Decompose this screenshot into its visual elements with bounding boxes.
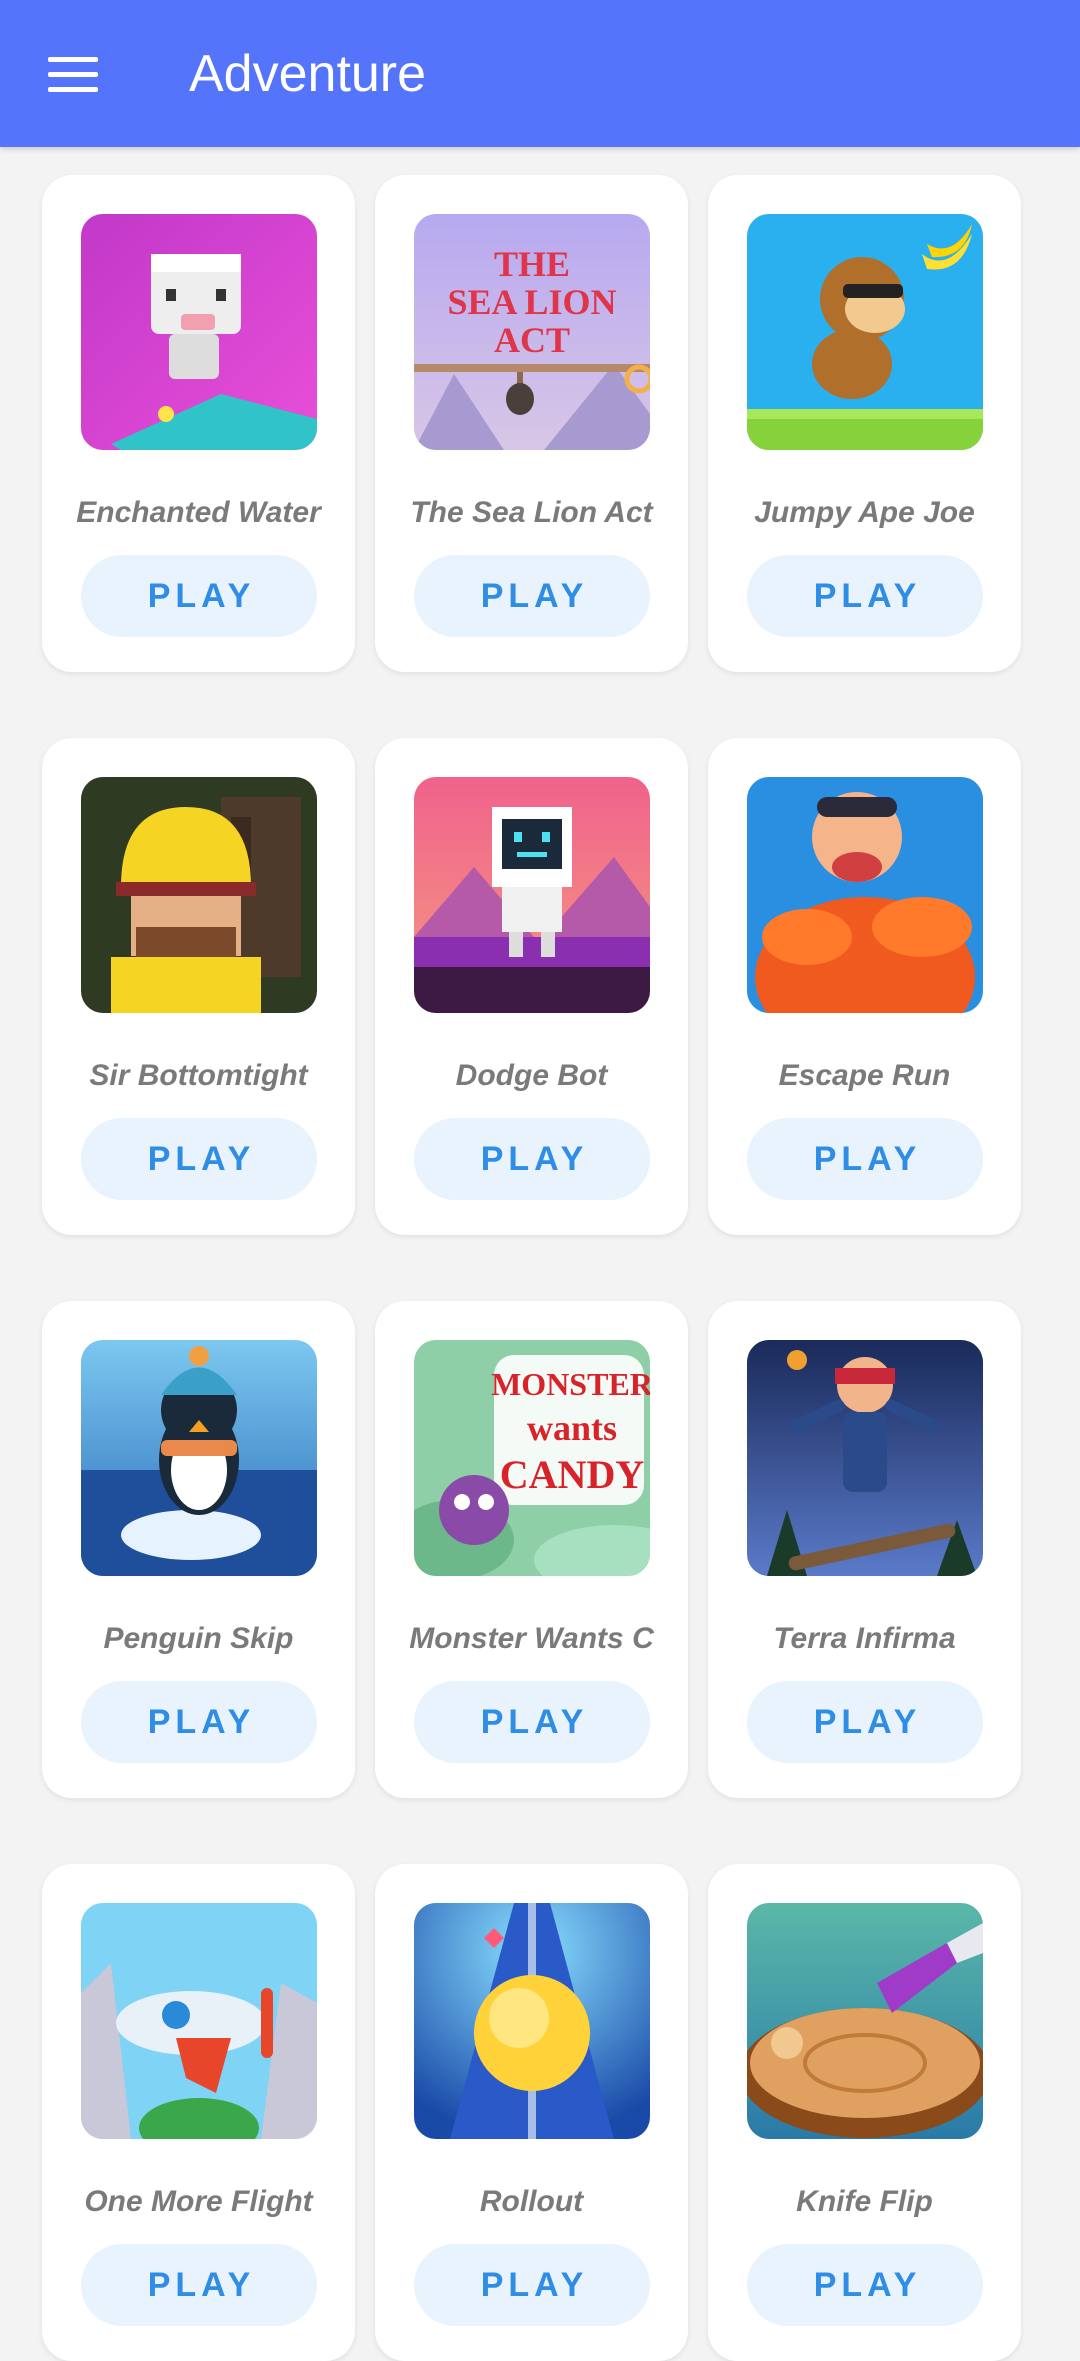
game-card[interactable]: Jumpy Ape Joe PLAY [708,175,1021,672]
yellow-helmet-man-icon [81,777,317,1013]
game-card[interactable]: Sir Bottomtight PLAY [42,738,355,1235]
knife-log-icon [747,1903,983,2139]
game-card[interactable]: Enchanted Water PLAY [42,175,355,672]
play-button[interactable]: PLAY [81,1118,317,1200]
cube-cow-surfer-icon [81,214,317,450]
game-thumbnail[interactable] [747,777,983,1013]
thumb-text-line: THE [494,244,570,284]
game-thumbnail[interactable]: MONSTER wants CANDY [414,1340,650,1576]
ninja-skateboard-icon [747,1340,983,1576]
thumb-text-line: ACT [494,320,570,360]
game-name: One More Flight [84,2185,313,2218]
game-name: Jumpy Ape Joe [754,496,975,529]
game-card[interactable]: THE SEA LION ACT The Sea Lion Act PLAY [375,175,688,672]
play-button[interactable]: PLAY [81,555,317,637]
game-thumbnail[interactable] [81,1340,317,1576]
play-button[interactable]: PLAY [81,2244,317,2326]
airplane-icon [81,1903,317,2139]
game-name: Terra Infirma [773,1622,956,1655]
monster-candy-icon: MONSTER wants CANDY [414,1340,650,1576]
game-thumbnail[interactable] [747,214,983,450]
game-card[interactable]: MONSTER wants CANDY Monster Wants C PLAY [375,1301,688,1798]
game-card[interactable]: Dodge Bot PLAY [375,738,688,1235]
game-card[interactable]: Knife Flip PLAY [708,1864,1021,2361]
play-button[interactable]: PLAY [414,1681,650,1763]
game-card[interactable]: Escape Run PLAY [708,738,1021,1235]
game-grid: Enchanted Water PLAY THE SEA LION ACT Th… [0,0,1080,2361]
game-thumbnail[interactable] [747,1340,983,1576]
game-name: Rollout [479,2185,584,2218]
game-name: Monster Wants C [409,1622,654,1655]
play-button[interactable]: PLAY [747,1118,983,1200]
game-card[interactable]: One More Flight PLAY [42,1864,355,2361]
game-card[interactable]: Rollout PLAY [375,1864,688,2361]
play-button[interactable]: PLAY [414,1118,650,1200]
game-thumbnail[interactable] [81,777,317,1013]
thumb-text-line: CANDY [500,1452,645,1497]
game-thumbnail[interactable] [414,777,650,1013]
thumb-text-line: MONSTER [491,1366,650,1402]
thumb-text-line: SEA LION [447,282,616,322]
play-button[interactable]: PLAY [747,2244,983,2326]
thumb-text-line: wants [527,1408,617,1448]
game-thumbnail[interactable] [414,1903,650,2139]
game-name: Penguin Skip [103,1622,294,1655]
play-button[interactable]: PLAY [414,555,650,637]
game-name: Sir Bottomtight [89,1059,308,1092]
game-thumbnail[interactable] [747,1903,983,2139]
game-card[interactable]: Penguin Skip PLAY [42,1301,355,1798]
sea-lion-act-icon: THE SEA LION ACT [414,214,650,450]
play-button[interactable]: PLAY [414,2244,650,2326]
game-name: Dodge Bot [455,1059,608,1092]
game-name: Enchanted Water [76,496,321,529]
game-card[interactable]: Terra Infirma PLAY [708,1301,1021,1798]
game-name: Escape Run [778,1059,951,1092]
game-thumbnail[interactable] [81,1903,317,2139]
white-robot-icon [414,777,650,1013]
game-name: Knife Flip [796,2185,933,2218]
rolling-ball-icon [414,1903,650,2139]
orange-gorilla-icon [747,777,983,1013]
game-thumbnail[interactable] [81,214,317,450]
penguin-ice-icon [81,1340,317,1576]
play-button[interactable]: PLAY [81,1681,317,1763]
play-button[interactable]: PLAY [747,1681,983,1763]
game-name: The Sea Lion Act [410,496,653,529]
monkey-banana-icon [747,214,983,450]
game-thumbnail[interactable]: THE SEA LION ACT [414,214,650,450]
play-button[interactable]: PLAY [747,555,983,637]
